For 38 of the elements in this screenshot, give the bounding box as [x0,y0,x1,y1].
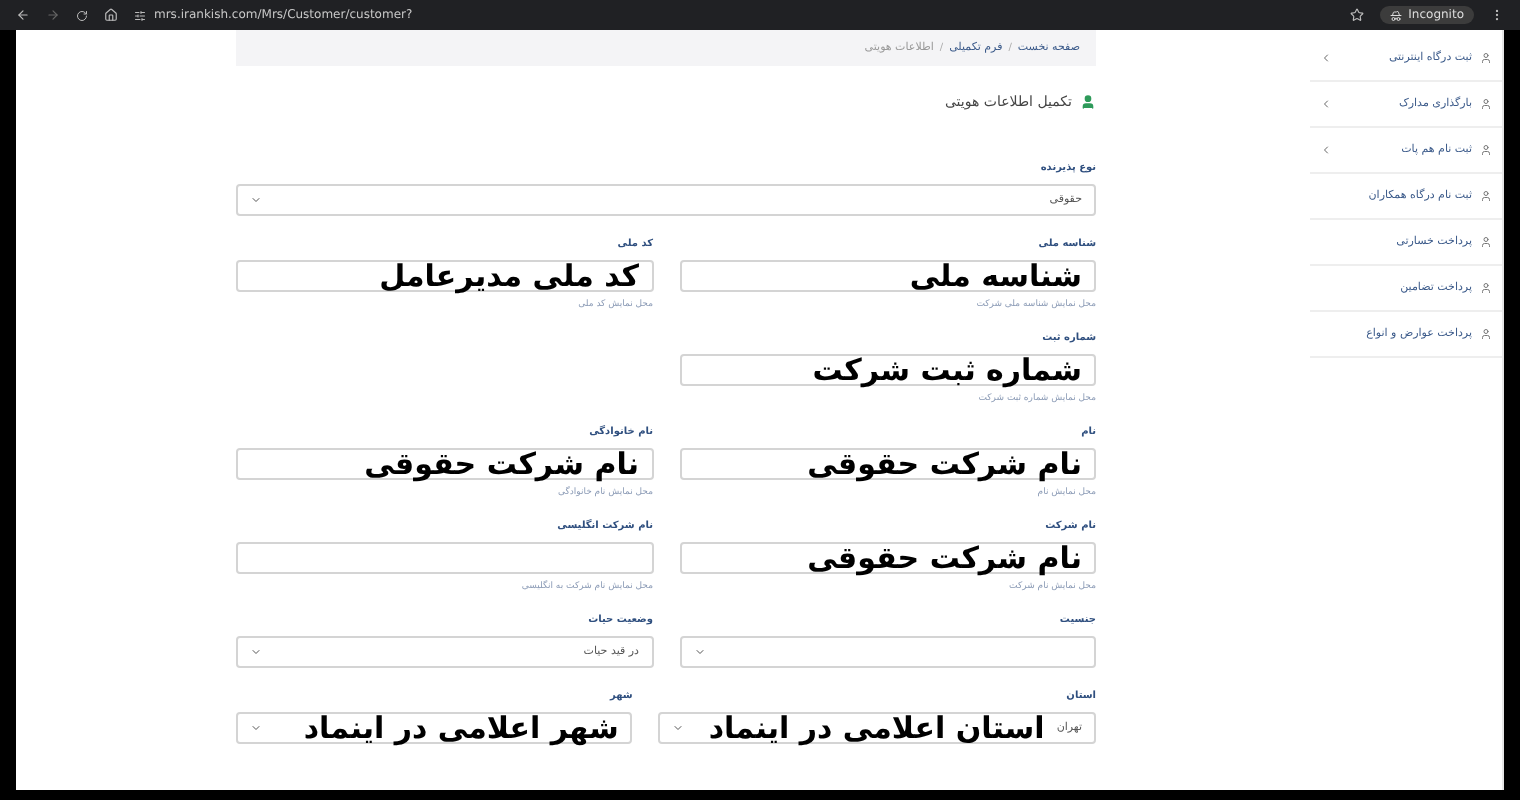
user-icon [1480,98,1492,110]
input-field[interactable]: شماره ثبت شرکت [679,354,1096,386]
user-icon [1480,282,1492,294]
annotation-text: شهر اعلامی در اینماد [303,712,619,744]
annotation-text: شماره ثبت شرکت [812,354,1082,386]
chevron-down-icon [250,722,262,734]
star-icon[interactable] [1350,8,1365,22]
input-field[interactable] [236,542,653,574]
site-info-icon[interactable] [134,9,146,21]
input-field[interactable]: شناسه ملی [679,260,1096,292]
menu-icon[interactable] [1490,8,1504,22]
user-icon [1080,94,1096,110]
back-icon[interactable] [16,8,30,22]
incognito-icon [1390,9,1403,21]
select-field[interactable]: شهر اعلامی در اینماد [236,712,633,744]
chevron-down-icon [250,646,262,658]
annotation-text: شناسه ملی [909,260,1082,292]
input-field[interactable]: نام شرکت حقوقی [679,542,1096,574]
chevron-down-icon [672,722,685,734]
home-icon[interactable] [104,8,118,22]
annotation-text: استان اعلامی در اینماد [708,712,1045,744]
user-icon [1480,144,1492,156]
user-icon [1480,190,1492,202]
input-field[interactable]: کد ملی مدیرعامل [236,260,653,292]
reload-icon[interactable] [76,9,88,21]
annotation-text: کد ملی مدیرعامل [379,260,639,292]
input-field[interactable]: نام شرکت حقوقی [679,448,1096,480]
forward-icon[interactable] [46,8,60,22]
chevron-down-icon [693,646,705,658]
annotation-text: نام شرکت حقوقی [807,448,1082,480]
chevron-down-icon [250,194,262,206]
user-icon [1480,52,1492,64]
annotation-text: نام شرکت حقوقی [364,448,639,480]
select-field[interactable] [679,636,1096,668]
user-icon [1480,328,1492,340]
annotation-text: نام شرکت حقوقی [807,542,1082,574]
user-icon [1480,236,1492,248]
input-field[interactable]: نام شرکت حقوقی [236,448,653,480]
